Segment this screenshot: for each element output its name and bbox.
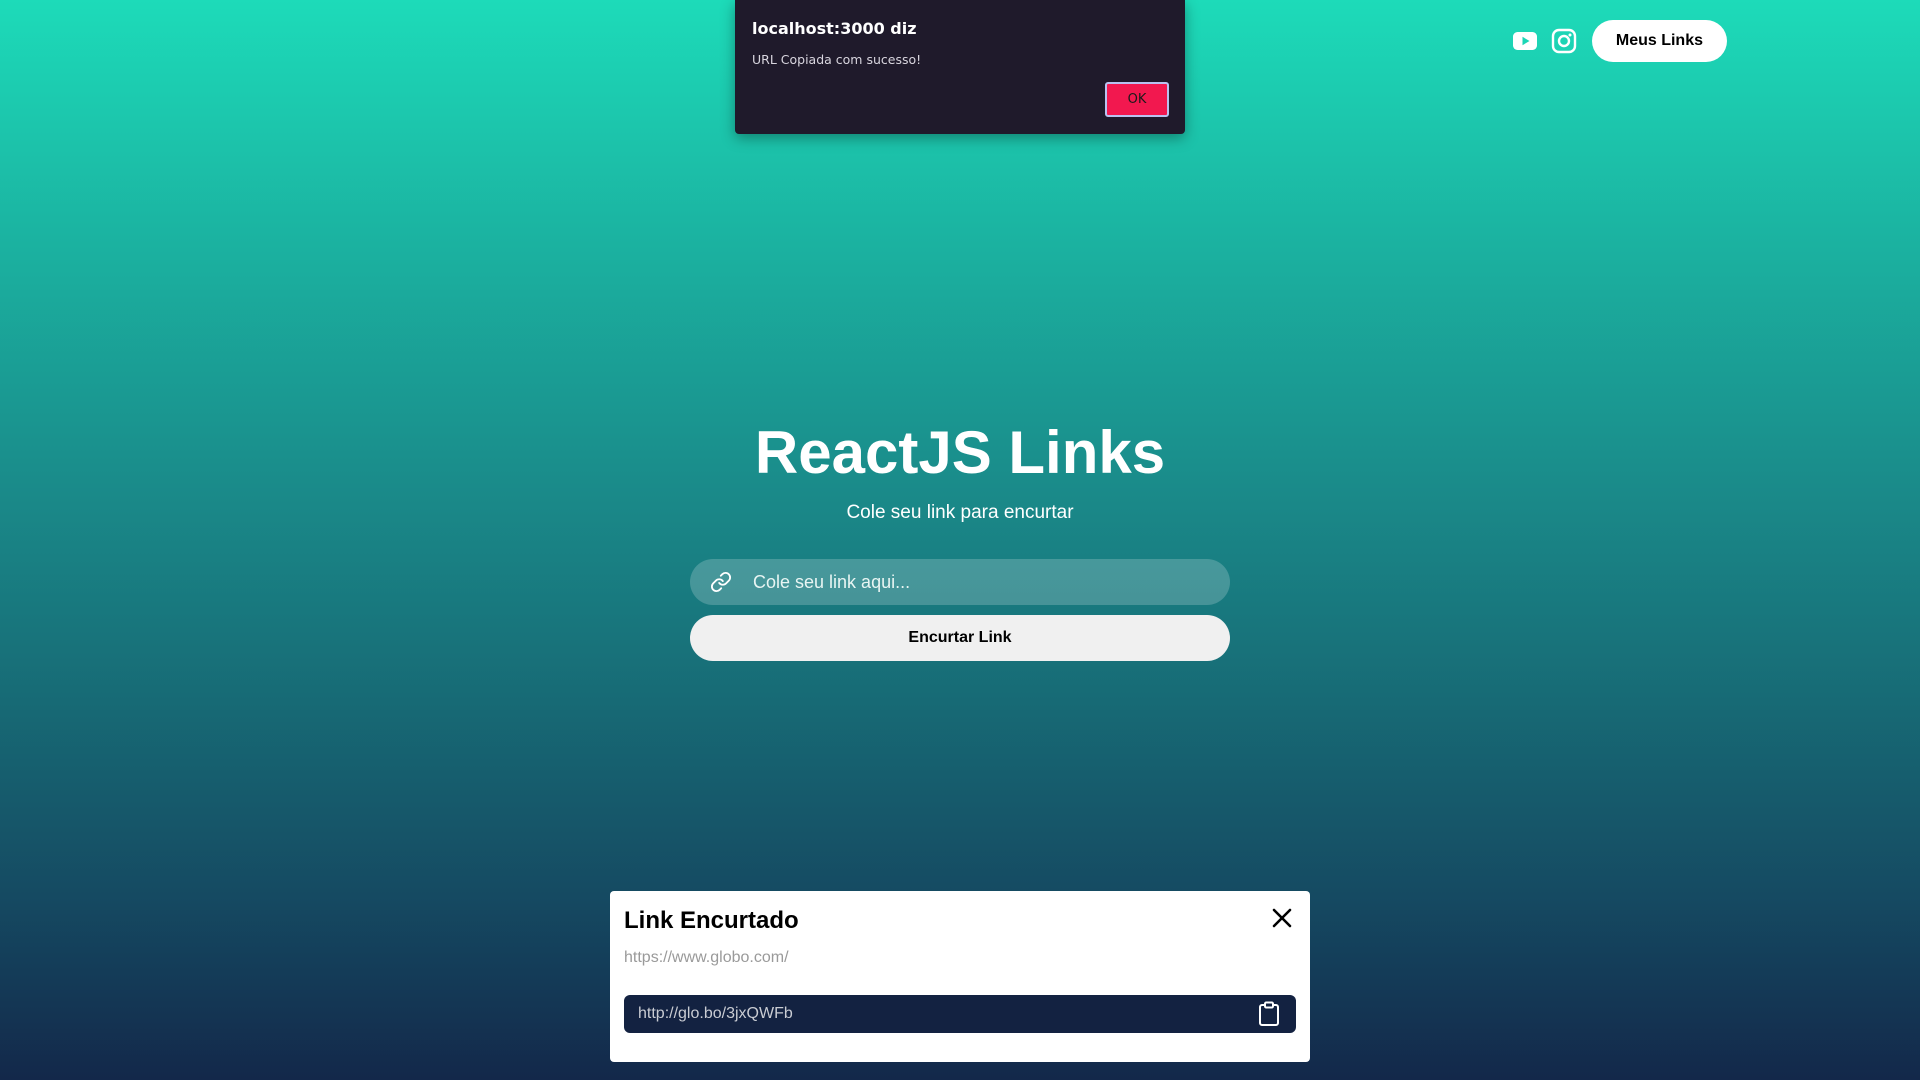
close-icon <box>1271 907 1293 932</box>
link-icon <box>710 571 732 593</box>
alert-ok-button[interactable]: OK <box>1105 82 1169 117</box>
alert-message: URL Copiada com sucesso! <box>752 52 922 67</box>
page-title: ReactJS Links <box>754 419 1166 486</box>
url-input-container <box>690 558 1230 606</box>
original-url: https://www.globo.com/ <box>624 949 789 966</box>
alert-title: localhost:3000 diz <box>752 19 917 38</box>
alert-dialog: localhost:3000 diz URL Copiada com suces… <box>735 0 1185 134</box>
my-links-button[interactable]: Meus Links <box>1591 20 1727 62</box>
header-actions: Meus Links <box>1511 20 1727 62</box>
shorten-link-button[interactable]: Encurtar Link <box>690 615 1230 661</box>
instagram-icon[interactable] <box>1550 27 1578 55</box>
short-link-bar: http://glo.bo/3jxQWFb <box>624 995 1296 1033</box>
url-input[interactable] <box>751 558 1230 606</box>
youtube-icon[interactable] <box>1511 27 1539 55</box>
close-button[interactable] <box>1268 905 1296 933</box>
result-title: Link Encurtado <box>624 907 799 934</box>
clipboard-icon[interactable] <box>1256 999 1282 1029</box>
page-subtitle: Cole seu link para encurtar <box>846 502 1074 523</box>
result-modal: Link Encurtado https://www.globo.com/ ht… <box>610 891 1310 1062</box>
short-url: http://glo.bo/3jxQWFb <box>638 1005 793 1022</box>
